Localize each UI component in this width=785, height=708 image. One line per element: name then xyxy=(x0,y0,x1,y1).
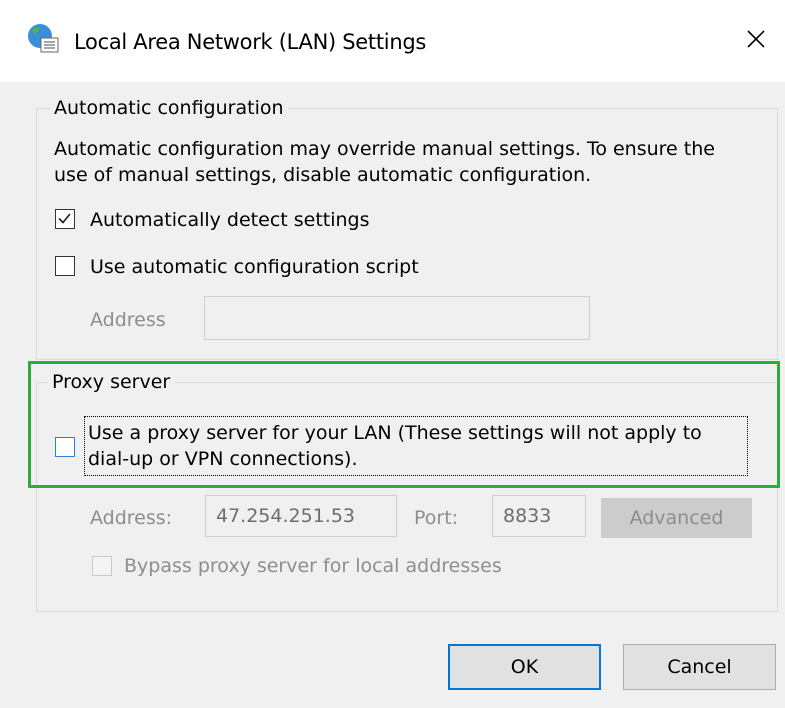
dialog-body: Automatic configuration Automatic config… xyxy=(0,82,785,708)
auto-detect-checkbox[interactable] xyxy=(55,209,75,229)
proxy-address-field[interactable]: 47.254.251.53 xyxy=(205,495,397,537)
globe-network-icon xyxy=(26,22,60,54)
auto-config-script-checkbox[interactable] xyxy=(55,256,75,276)
checkmark-icon xyxy=(58,213,71,224)
auto-config-address-field[interactable] xyxy=(204,296,590,340)
bypass-local-label[interactable]: Bypass proxy server for local addresses xyxy=(124,553,502,579)
auto-config-script-label[interactable]: Use automatic configuration script xyxy=(90,254,419,280)
window-title: Local Area Network (LAN) Settings xyxy=(74,30,427,54)
proxy-port-label: Port: xyxy=(414,507,459,529)
close-button[interactable] xyxy=(727,14,785,64)
auto-config-description-line1: Automatic configuration may override man… xyxy=(54,138,715,160)
cancel-button[interactable]: Cancel xyxy=(623,644,776,690)
proxy-port-field[interactable]: 8833 xyxy=(492,495,586,537)
close-icon xyxy=(747,30,765,48)
bypass-local-checkbox[interactable] xyxy=(92,556,112,576)
auto-config-address-label: Address xyxy=(90,309,166,331)
title-bar: Local Area Network (LAN) Settings xyxy=(0,0,785,82)
proxy-highlight-box xyxy=(28,361,780,488)
ok-button[interactable]: OK xyxy=(448,644,601,690)
advanced-button[interactable]: Advanced xyxy=(601,498,752,538)
auto-detect-label[interactable]: Automatically detect settings xyxy=(90,207,370,233)
automatic-configuration-legend: Automatic configuration xyxy=(50,96,288,120)
auto-config-description-line2: use of manual settings, disable automati… xyxy=(54,164,592,186)
proxy-address-label: Address: xyxy=(90,507,173,529)
